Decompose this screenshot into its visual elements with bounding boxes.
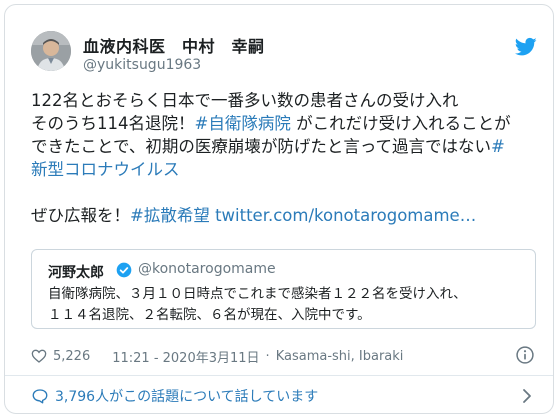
- quoted-line: １１４名退院、２名転院、６名が現在、入院中です。: [48, 307, 371, 323]
- tweet-text-segment: そのうち114名退院！: [31, 114, 195, 133]
- author-avatar[interactable]: [31, 31, 71, 71]
- quoted-line: 自衛隊病院、３月１０日時点でこれまで感染者１２２名を受け入れ、: [48, 286, 467, 302]
- tweet-line: そのうち114名退院！#自衛隊病院 がこれだけ受け入れることが: [31, 112, 546, 135]
- tweet-timestamp[interactable]: 11:21 - 2020年3月11日: [112, 347, 259, 366]
- quoted-author-handle[interactable]: @konotarogomame: [138, 261, 276, 277]
- quoted-url-link[interactable]: twitter.com/konotarogomame…: [210, 206, 476, 225]
- tweet-line: できたことで、初期の医療崩壊が防げたと言って過言ではない#: [31, 135, 546, 158]
- tweet-line: 122名とおそらく日本で一番多い数の患者さんの受け入れ: [31, 89, 546, 112]
- hashtag-link[interactable]: 新型コロナウイルス: [31, 160, 180, 179]
- speech-bubble-icon: [32, 389, 48, 404]
- heart-icon[interactable]: [31, 348, 47, 364]
- hashtag-link[interactable]: #: [491, 137, 505, 156]
- tweet-text-segment: ぜひ広報を！: [31, 206, 130, 225]
- tweet-line: ぜひ広報を！#拡散希望 twitter.com/konotarogomame…: [31, 204, 546, 227]
- tweet-text: 122名とおそらく日本で一番多い数の患者さんの受け入れ そのうち114名退院！#…: [31, 89, 546, 227]
- tweet-metadata: 5,226 11:21 - 2020年3月11日 · Kasama-shi, I…: [31, 347, 404, 366]
- tweet-text-segment: できたことで、初期の医療崩壊が防げたと言って過言ではない: [31, 137, 492, 156]
- embedded-tweet-card: 血液内科医 中村 幸嗣 @yukitsugu1963 122名とおそらく日本で一…: [4, 4, 554, 414]
- meta-separator: ·: [265, 348, 270, 364]
- twitter-bird-icon[interactable]: [515, 37, 537, 57]
- discussion-link[interactable]: 3,796人がこの話題について話しています: [31, 386, 318, 406]
- quoted-tweet-text: 自衛隊病院、３月１０日時点でこれまで感染者１２２名を受け入れ、 １１４名退院、２…: [48, 284, 523, 326]
- avatar-photo: [31, 31, 71, 71]
- quoted-tweet[interactable]: 河野太郎 @konotarogomame 自衛隊病院、３月１０日時点でこれまで感…: [31, 249, 536, 329]
- hashtag-link[interactable]: #自衛隊病院: [195, 114, 291, 133]
- info-icon[interactable]: [515, 345, 535, 365]
- verified-badge-icon: [116, 262, 132, 278]
- divider: [5, 375, 553, 376]
- quoted-author-name[interactable]: 河野太郎: [48, 262, 104, 282]
- hashtag-link[interactable]: #拡散希望: [130, 206, 210, 225]
- author-handle[interactable]: @yukitsugu1963: [83, 57, 201, 73]
- tweet-text-segment: がこれだけ受け入れることが: [290, 114, 511, 133]
- tweet-line: 新型コロナウイルス: [31, 158, 546, 181]
- like-count[interactable]: 5,226: [53, 349, 90, 364]
- tweet-text-segment: 122名とおそらく日本で一番多い数の患者さんの受け入れ: [31, 91, 459, 110]
- chevron-right-icon[interactable]: [521, 388, 533, 404]
- tweet-location[interactable]: Kasama-shi, Ibaraki: [276, 349, 404, 364]
- discussion-label[interactable]: 3,796人がこの話題について話しています: [55, 386, 318, 406]
- author-name[interactable]: 血液内科医 中村 幸嗣: [83, 33, 265, 57]
